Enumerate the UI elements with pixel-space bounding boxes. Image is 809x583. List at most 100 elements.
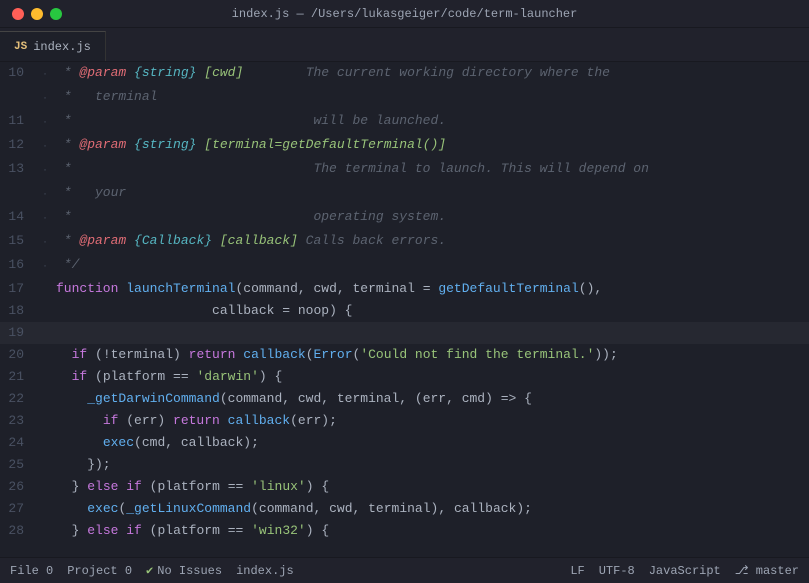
token: launchTerminal (126, 281, 235, 296)
line-dot: · (38, 184, 52, 206)
line-content: if (err) return callback(err); (52, 410, 809, 432)
code-line: 28 } else if (platform == 'win32') { (0, 520, 809, 542)
statusbar-right: LF UTF-8 JavaScript ⎇ master (570, 563, 799, 578)
tabbar: JS index.js (0, 28, 809, 62)
code-line: 10· * @param {string} [cwd] The current … (0, 62, 809, 86)
code-line: 26 } else if (platform == 'linux') { (0, 476, 809, 498)
token: [callback] (220, 233, 298, 248)
token: ) { (259, 369, 282, 384)
token: exec (87, 501, 118, 516)
statusbar: File 0 Project 0 ✔ No Issues index.js LF… (0, 557, 809, 583)
maximize-button[interactable] (50, 8, 62, 20)
token: ( (290, 413, 298, 428)
token: _getDarwinCommand (87, 391, 220, 406)
token: cmd, callback (142, 435, 243, 450)
traffic-lights (12, 8, 62, 20)
code-line: 18 callback = noop) { (0, 300, 809, 322)
code-line: 17 function launchTerminal(command, cwd,… (0, 278, 809, 300)
code-line: 15· * @param {Callback} [callback] Calls… (0, 230, 809, 254)
line-content: * your (52, 182, 809, 204)
token: * The terminal to launch. This will depe… (56, 161, 649, 176)
tab-indexjs[interactable]: JS index.js (0, 31, 106, 61)
code-line: 23 if (err) return callback(err); (0, 410, 809, 432)
current-filename: index.js (236, 564, 294, 578)
token: [terminal=getDefaultTerminal()] (204, 137, 446, 152)
line-ending: LF (570, 564, 584, 578)
line-content: */ (52, 254, 809, 276)
token: if (126, 479, 142, 494)
line-content: } else if (platform == 'win32') { (52, 520, 809, 542)
line-content: if (!terminal) return callback(Error('Co… (52, 344, 809, 366)
token: = (282, 303, 290, 318)
token (126, 137, 134, 152)
token: (platform (142, 523, 228, 538)
token: return (189, 347, 236, 362)
branch-name: master (756, 564, 799, 578)
token: )); (594, 347, 617, 362)
token: ( (306, 347, 314, 362)
code-line: 19 (0, 322, 809, 344)
token: getDefaultTerminal (438, 281, 578, 296)
code-line: 27 exec(_getLinuxCommand(command, cwd, t… (0, 498, 809, 520)
code-line: 25 }); (0, 454, 809, 476)
token: Error (314, 347, 353, 362)
git-branch: ⎇ master (735, 563, 799, 578)
line-number: 16 (0, 254, 38, 276)
branch-icon: ⎇ (735, 564, 749, 578)
token: == (228, 523, 244, 538)
line-dot: · (38, 160, 52, 182)
token: ) { (306, 523, 329, 538)
token: {Callback} (134, 233, 212, 248)
token (212, 233, 220, 248)
token: function (56, 281, 118, 296)
line-number: 17 (0, 278, 38, 300)
line-content: * The terminal to launch. This will depe… (52, 158, 809, 180)
token: if (72, 347, 88, 362)
line-number: 23 (0, 410, 38, 432)
line-number: 26 (0, 476, 38, 498)
token: (platform (87, 369, 173, 384)
line-number: 22 (0, 388, 38, 410)
close-button[interactable] (12, 8, 24, 20)
tab-label: index.js (33, 40, 91, 54)
line-number: 20 (0, 344, 38, 366)
line-content: _getDarwinCommand(command, cwd, terminal… (52, 388, 809, 410)
token (126, 65, 134, 80)
token: ( (134, 435, 142, 450)
line-dot: · (38, 232, 52, 254)
token: else (87, 479, 118, 494)
statusbar-left: File 0 Project 0 ✔ No Issues index.js (10, 563, 294, 578)
token: ( (251, 501, 259, 516)
token: return (173, 413, 220, 428)
code-line: · * terminal (0, 86, 809, 110)
token: 'Could not find the terminal.' (360, 347, 594, 362)
token: [cwd] (204, 65, 243, 80)
token: if (72, 369, 88, 384)
file-count: File 0 (10, 564, 53, 578)
token: (), (579, 281, 602, 296)
token: (platform (142, 479, 228, 494)
encoding: UTF-8 (599, 564, 635, 578)
code-line: 22 _getDarwinCommand(command, cwd, termi… (0, 388, 809, 410)
line-dot: · (38, 256, 52, 278)
token: command, cwd, terminal (243, 281, 422, 296)
token: @param (79, 233, 126, 248)
code-line: 11· * will be launched. (0, 110, 809, 134)
titlebar: index.js — /Users/lukasgeiger/code/term-… (0, 0, 809, 28)
token (243, 523, 251, 538)
code-line: 16· */ (0, 254, 809, 278)
token: if (126, 523, 142, 538)
token: => (501, 391, 517, 406)
issues-label: No Issues (157, 564, 222, 578)
token: 'linux' (251, 479, 306, 494)
token: ), (431, 501, 447, 516)
token (56, 413, 103, 428)
line-content: function launchTerminal(command, cwd, te… (52, 278, 809, 300)
token: callback (446, 501, 516, 516)
line-content: * @param {string} [cwd] The current work… (52, 62, 809, 84)
line-number: 27 (0, 498, 38, 520)
project-count: Project 0 (67, 564, 132, 578)
token: = (423, 281, 431, 296)
token: }); (56, 457, 111, 472)
minimize-button[interactable] (31, 8, 43, 20)
